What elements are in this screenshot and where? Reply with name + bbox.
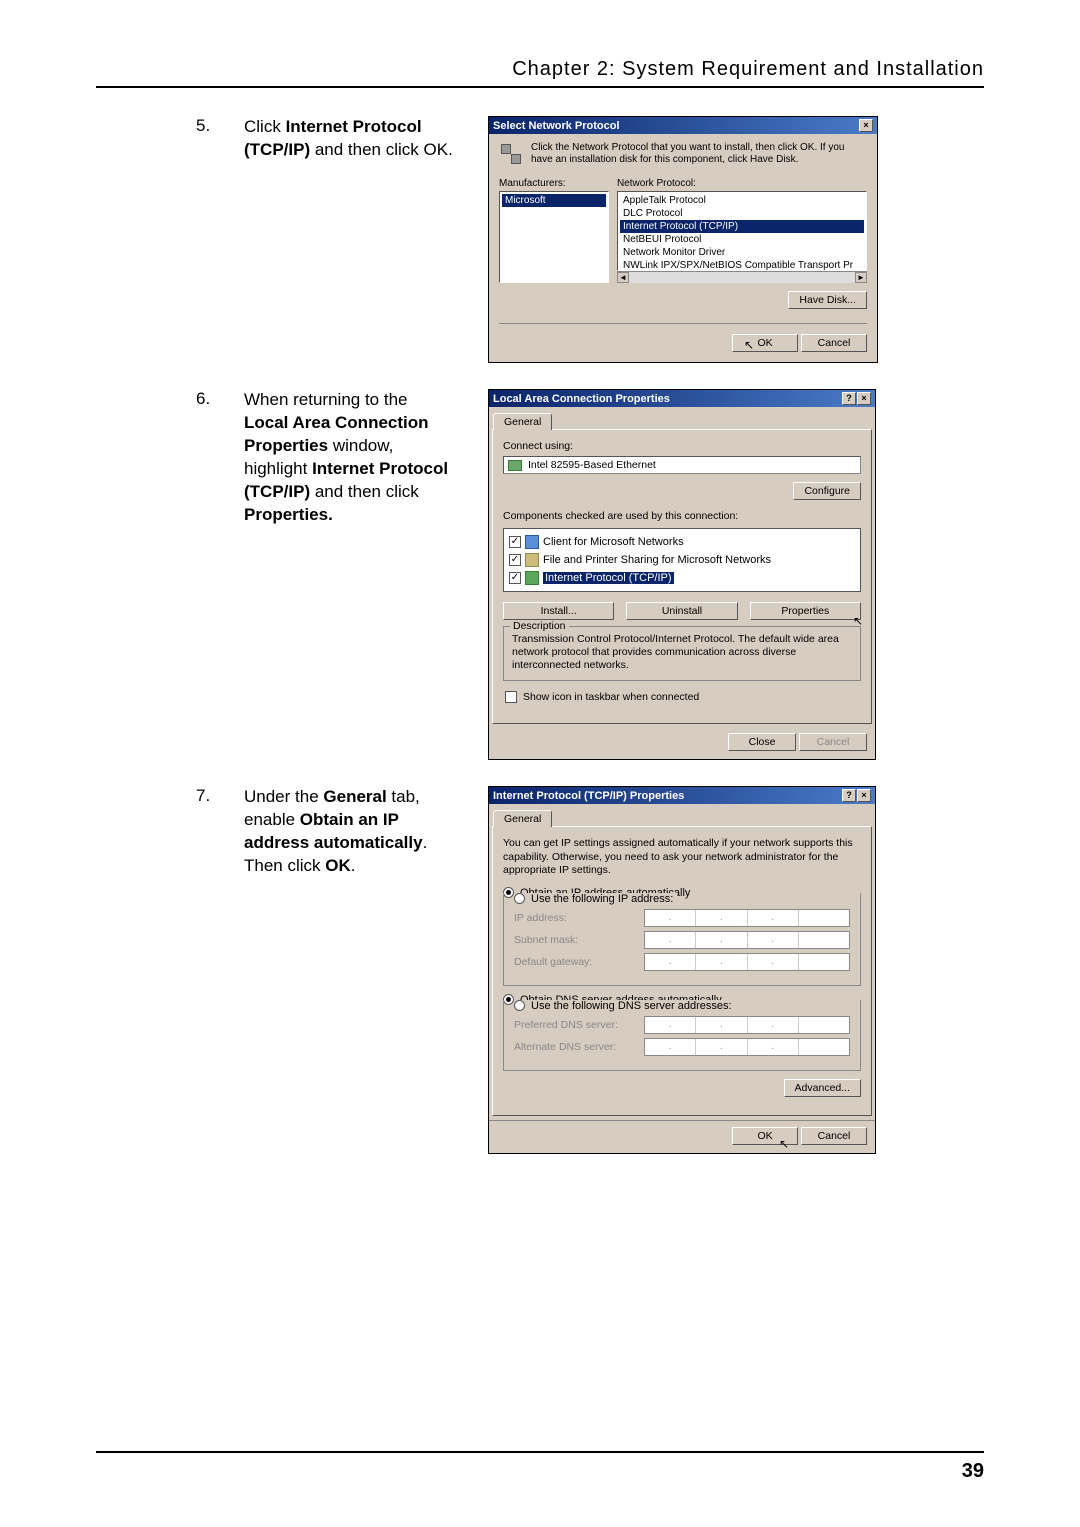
page-content: 5. Click Internet Protocol (TCP/IP) and … bbox=[96, 116, 984, 1154]
titlebar: Internet Protocol (TCP/IP) Properties ? … bbox=[489, 787, 875, 804]
checkbox-icon[interactable]: ✓ bbox=[509, 536, 521, 548]
ok-button[interactable]: OK bbox=[732, 1127, 798, 1145]
scroll-left-icon[interactable]: ◄ bbox=[617, 272, 629, 283]
install-button[interactable]: Install... bbox=[503, 602, 614, 620]
footer-divider bbox=[96, 1451, 984, 1453]
close-icon[interactable]: × bbox=[857, 392, 871, 405]
step-number: 6. bbox=[196, 389, 216, 527]
manufacturers-list[interactable]: Microsoft bbox=[499, 191, 609, 283]
alt-dns-row: Alternate DNS server: ... bbox=[514, 1038, 850, 1056]
ip-address-row: IP address: ... bbox=[514, 909, 850, 927]
cancel-button: Cancel bbox=[799, 733, 867, 751]
dns-fieldset: Use the following DNS server addresses: … bbox=[503, 1000, 861, 1071]
network-icon bbox=[499, 142, 523, 166]
dialog-title: Internet Protocol (TCP/IP) Properties bbox=[493, 790, 684, 802]
list-item[interactable]: NetBEUI Protocol bbox=[620, 233, 864, 246]
scroll-right-icon[interactable]: ► bbox=[855, 272, 867, 283]
chapter-header: Chapter 2: System Requirement and Instal… bbox=[96, 58, 984, 88]
manufacturers-label: Manufacturers: bbox=[499, 178, 609, 189]
step-number: 5. bbox=[196, 116, 216, 162]
step-text: Under the General tab, enable Obtain an … bbox=[244, 786, 456, 878]
tab-general[interactable]: General bbox=[493, 810, 552, 827]
ip-fieldset: Use the following IP address: IP address… bbox=[503, 893, 861, 986]
checkbox-icon[interactable] bbox=[505, 691, 517, 703]
protocol-icon bbox=[525, 571, 539, 585]
checkbox-icon[interactable]: ✓ bbox=[509, 572, 521, 584]
components-list[interactable]: ✓ Client for Microsoft Networks ✓ File a… bbox=[503, 528, 861, 592]
adapter-icon bbox=[508, 460, 522, 471]
dialog-title: Local Area Connection Properties bbox=[493, 393, 670, 405]
advanced-button[interactable]: Advanced... bbox=[784, 1079, 861, 1097]
list-item[interactable]: ✓ File and Printer Sharing for Microsoft… bbox=[508, 551, 856, 569]
list-item[interactable]: ✓ Internet Protocol (TCP/IP) bbox=[508, 569, 856, 587]
subnet-input[interactable]: ... bbox=[644, 931, 850, 949]
list-item[interactable]: AppleTalk Protocol bbox=[620, 194, 864, 207]
protocol-list[interactable]: AppleTalk Protocol DLC Protocol Internet… bbox=[617, 191, 867, 271]
list-item[interactable]: DLC Protocol bbox=[620, 207, 864, 220]
step-text: Click Internet Protocol (TCP/IP) and the… bbox=[244, 116, 456, 162]
service-icon bbox=[525, 553, 539, 567]
step-number: 7. bbox=[196, 786, 216, 878]
group-label: Description bbox=[510, 620, 569, 632]
close-icon[interactable]: × bbox=[859, 119, 873, 132]
subnet-row: Subnet mask: ... bbox=[514, 931, 850, 949]
scrollbar-horizontal[interactable]: ◄ ► bbox=[617, 271, 867, 283]
info-text: You can get IP settings assigned automat… bbox=[503, 837, 861, 876]
list-item[interactable]: Network Monitor Driver bbox=[620, 246, 864, 259]
help-icon[interactable]: ? bbox=[842, 392, 856, 405]
pref-dns-input[interactable]: ... bbox=[644, 1016, 850, 1034]
client-icon bbox=[525, 535, 539, 549]
have-disk-button[interactable]: Have Disk... bbox=[788, 291, 867, 309]
gateway-input[interactable]: ... bbox=[644, 953, 850, 971]
select-network-protocol-dialog: Select Network Protocol × Click the Netw… bbox=[488, 116, 878, 363]
uninstall-button[interactable]: Uninstall bbox=[626, 602, 737, 620]
step-5: 5. Click Internet Protocol (TCP/IP) and … bbox=[96, 116, 984, 363]
show-icon-label: Show icon in taskbar when connected bbox=[523, 691, 699, 703]
adapter-field: Intel 82595-Based Ethernet bbox=[503, 456, 861, 474]
list-item[interactable]: ✓ Client for Microsoft Networks bbox=[508, 533, 856, 551]
cancel-button[interactable]: Cancel bbox=[801, 334, 867, 352]
lac-properties-dialog: Local Area Connection Properties ? × Gen… bbox=[488, 389, 876, 760]
gateway-row: Default gateway: ... bbox=[514, 953, 850, 971]
description-text: Transmission Control Protocol/Internet P… bbox=[512, 633, 852, 672]
cancel-button[interactable]: Cancel bbox=[801, 1127, 867, 1145]
checkbox-icon[interactable]: ✓ bbox=[509, 554, 521, 566]
help-icon[interactable]: ? bbox=[842, 789, 856, 802]
radio-icon[interactable] bbox=[514, 893, 525, 904]
description-group: Description Transmission Control Protoco… bbox=[503, 626, 861, 681]
titlebar: Select Network Protocol × bbox=[489, 117, 877, 134]
titlebar: Local Area Connection Properties ? × bbox=[489, 390, 875, 407]
components-label: Components checked are used by this conn… bbox=[503, 510, 861, 522]
list-item[interactable]: Microsoft bbox=[502, 194, 606, 207]
connect-using-label: Connect using: bbox=[503, 440, 861, 452]
radio-icon[interactable] bbox=[514, 1000, 525, 1011]
ip-address-input[interactable]: ... bbox=[644, 909, 850, 927]
configure-button[interactable]: Configure bbox=[793, 482, 861, 500]
properties-button[interactable]: Properties bbox=[750, 602, 861, 620]
use-dns-radio[interactable]: Use the following DNS server addresses: bbox=[514, 1000, 736, 1012]
step-7: 7. Under the General tab, enable Obtain … bbox=[96, 786, 984, 1153]
alt-dns-input[interactable]: ... bbox=[644, 1038, 850, 1056]
protocol-label: Network Protocol: bbox=[617, 178, 867, 189]
page-number: 39 bbox=[962, 1460, 984, 1483]
list-item[interactable]: Internet Protocol (TCP/IP) bbox=[620, 220, 864, 233]
step-text: When returning to the Local Area Connect… bbox=[244, 389, 456, 527]
tab-general[interactable]: General bbox=[493, 413, 552, 430]
tcpip-properties-dialog: Internet Protocol (TCP/IP) Properties ? … bbox=[488, 786, 876, 1153]
dialog-title: Select Network Protocol bbox=[493, 120, 620, 132]
list-item[interactable]: NWLink IPX/SPX/NetBIOS Compatible Transp… bbox=[620, 259, 864, 271]
step-6: 6. When returning to the Local Area Conn… bbox=[96, 389, 984, 760]
pref-dns-row: Preferred DNS server: ... bbox=[514, 1016, 850, 1034]
close-button[interactable]: Close bbox=[728, 733, 796, 751]
close-icon[interactable]: × bbox=[857, 789, 871, 802]
ok-button[interactable]: OK bbox=[732, 334, 798, 352]
use-ip-radio[interactable]: Use the following IP address: bbox=[514, 893, 677, 905]
dialog-hint: Click the Network Protocol that you want… bbox=[531, 142, 867, 166]
